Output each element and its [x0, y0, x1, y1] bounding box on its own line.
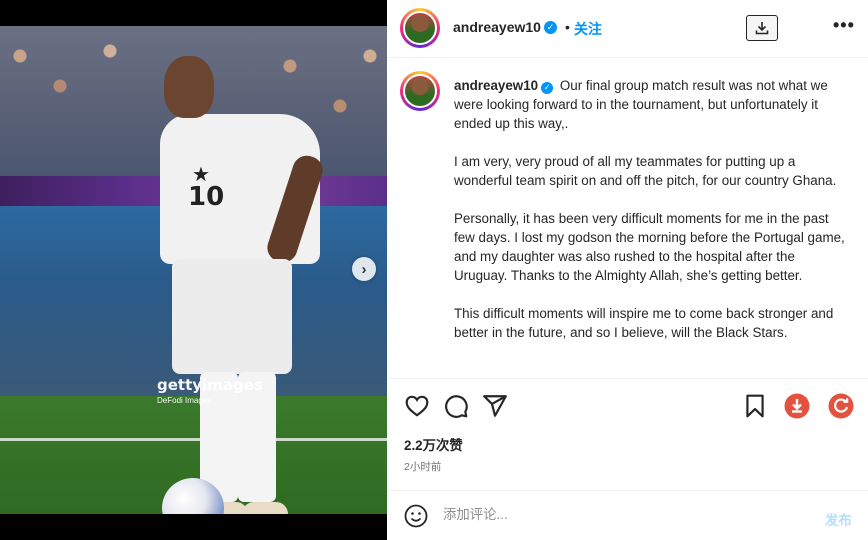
avatar[interactable]: [400, 8, 440, 48]
share-icon[interactable]: [482, 393, 508, 419]
post-comment-button[interactable]: 发布: [825, 509, 852, 529]
post-header: andreayew10 ✓ • 关注 •••: [387, 0, 868, 58]
more-options-button[interactable]: •••: [833, 15, 855, 36]
post-photo: ★ 10 gettyimages DeFodi Images: [0, 26, 387, 514]
download-button[interactable]: [746, 15, 778, 41]
download-extension-icon[interactable]: [784, 393, 810, 419]
jersey-number: 10: [188, 182, 225, 212]
save-bookmark-icon[interactable]: [742, 393, 768, 419]
follow-button[interactable]: 关注: [574, 19, 602, 39]
next-image-button[interactable]: ›: [352, 257, 376, 281]
caption-paragraph: This difficult moments will inspire me t…: [454, 306, 834, 340]
chevron-right-icon: ›: [361, 260, 367, 278]
download-icon: [755, 22, 769, 35]
like-count[interactable]: 2.2万次赞: [404, 434, 463, 454]
like-heart-icon[interactable]: [404, 393, 430, 419]
player-figure: ★ 10: [150, 54, 350, 514]
header-username[interactable]: andreayew10: [453, 19, 541, 35]
post-media: ★ 10 gettyimages DeFodi Images ›: [0, 0, 387, 540]
caption-avatar[interactable]: [400, 71, 440, 111]
refresh-extension-icon[interactable]: [828, 393, 854, 419]
post-caption: andreayew10 ✓ Our final group match resul…: [454, 76, 849, 361]
caption-area: andreayew10 ✓ Our final group match resul…: [387, 58, 868, 378]
comment-input[interactable]: [443, 507, 743, 522]
caption-paragraph: I am very, very proud of all my teammate…: [454, 154, 837, 188]
comment-icon[interactable]: [443, 393, 469, 419]
post-side-panel: andreayew10 ✓ • 关注 ••• andreayew10 ✓ Our …: [387, 0, 868, 540]
caption-username[interactable]: andreayew10: [454, 78, 538, 93]
verified-badge-icon: ✓: [544, 21, 557, 34]
getty-watermark: gettyimages DeFodi Images: [157, 376, 263, 405]
caption-paragraph: Personally, it has been very difficult m…: [454, 211, 845, 283]
comment-bar: 发布: [387, 490, 868, 540]
separator-dot: •: [565, 19, 570, 35]
post-actions: 2.2万次赞 2小时前: [387, 378, 868, 490]
emoji-icon[interactable]: [404, 504, 428, 528]
verified-badge-icon: ✓: [541, 82, 554, 94]
post-timestamp[interactable]: 2小时前: [404, 459, 441, 474]
